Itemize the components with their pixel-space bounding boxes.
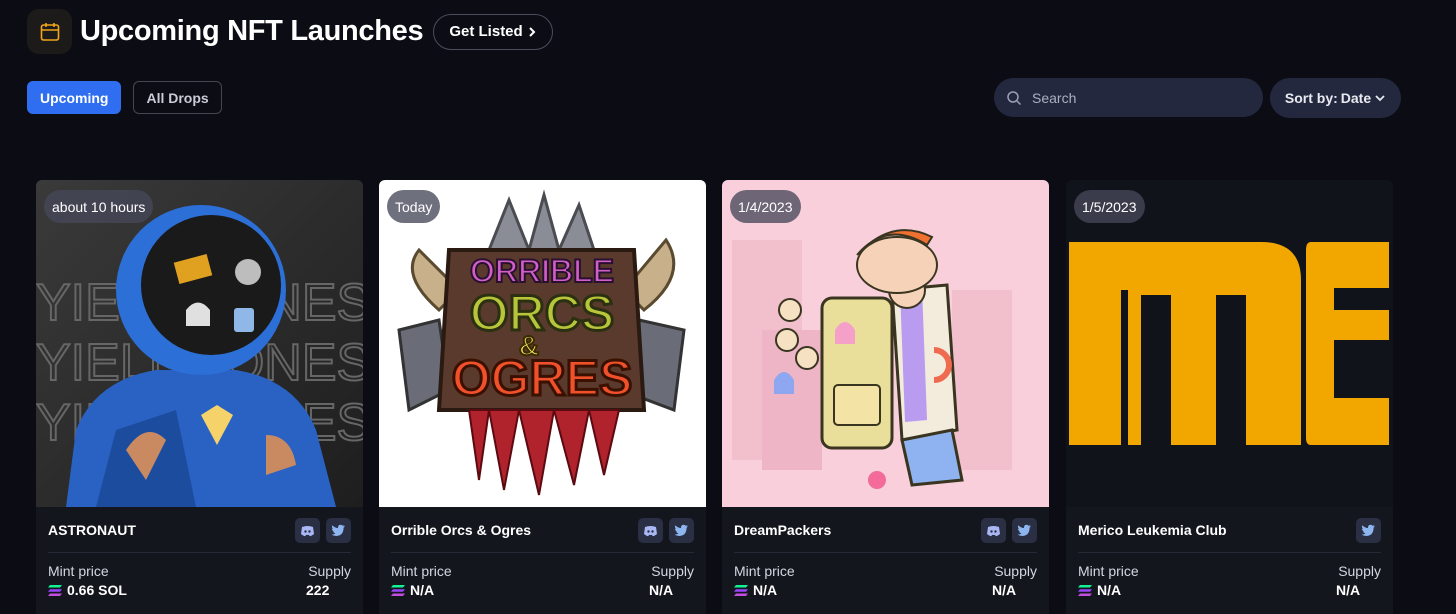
search-input[interactable] [1032,89,1232,106]
launch-time-badge: about 10 hours [44,190,154,223]
mint-price-value: N/A [1078,582,1121,598]
page-header: Upcoming NFT Launches Get Listed [27,9,553,54]
mint-price-label: Mint price [734,563,795,579]
mint-price-value: N/A [734,582,777,598]
nft-card-astronaut[interactable]: YIELDNONES YIELDNONES YIELDNONES about 1… [36,180,363,614]
filter-upcoming[interactable]: Upcoming [27,81,122,114]
chevron-right-icon [528,26,536,37]
sort-dropdown[interactable]: Sort by: Date [1270,78,1401,118]
filter-all-drops[interactable]: All Drops [133,81,222,114]
launch-time-badge: 1/4/2023 [730,190,801,223]
supply-value: N/A [649,582,674,598]
nft-card-merico-leukemia-club[interactable]: 1/5/2023 Merico Leukemia Club Mint price… [1066,180,1393,614]
nft-name[interactable]: Merico Leukemia Club [1078,522,1227,538]
sort-label: Sort by: [1284,90,1338,106]
twitter-icon[interactable] [1356,518,1381,543]
solana-icon [48,584,62,596]
search-box[interactable] [994,78,1263,117]
social-links [1356,518,1381,543]
get-listed-label: Get Listed [449,23,523,40]
twitter-icon[interactable] [1012,518,1037,543]
solana-icon [391,584,405,596]
mint-price-label: Mint price [391,563,452,579]
nft-name[interactable]: ASTRONAUT [48,522,136,538]
nft-name[interactable]: Orrible Orcs & Ogres [391,522,531,538]
card-divider [734,552,1037,553]
chevron-down-icon [1375,95,1385,102]
supply-value: 222 [306,582,330,598]
filter-tabs: Upcoming All Drops [27,81,222,114]
social-links [638,518,694,543]
nft-image-orrible-orcs[interactable]: ORRIBLE ORCS & OGRES [379,180,706,507]
discord-icon[interactable] [638,518,663,543]
nft-card-dreampackers[interactable]: 1/4/2023 DreamPackers Mint price N/A Sup… [722,180,1049,614]
mint-price-label: Mint price [1078,563,1139,579]
page-title: Upcoming NFT Launches [80,15,424,47]
supply-label: Supply [1338,563,1381,579]
supply-value: N/A [1336,582,1361,598]
nft-image-merico-leukemia-club[interactable] [1066,180,1393,507]
card-divider [1078,552,1381,553]
art-title-line-4: OGRES [452,350,633,406]
supply-label: Supply [308,563,351,579]
twitter-icon[interactable] [669,518,694,543]
nft-image-astronaut[interactable]: YIELDNONES YIELDNONES YIELDNONES [36,180,363,507]
launch-time-badge: 1/5/2023 [1074,190,1145,223]
solana-icon [1078,584,1092,596]
social-links [295,518,351,543]
art-title-line-2: ORCS [470,285,614,341]
nft-name[interactable]: DreamPackers [734,522,831,538]
supply-value: N/A [992,582,1017,598]
sort-value: Date [1340,90,1372,106]
search-icon [1007,90,1022,105]
mint-price-value: N/A [391,582,434,598]
launch-time-badge: Today [387,190,441,223]
card-divider [391,552,694,553]
calendar-icon [27,9,72,54]
discord-icon[interactable] [981,518,1006,543]
nft-card-orrible-orcs[interactable]: ORRIBLE ORCS & OGRES Today Orrible Orcs … [379,180,706,614]
get-listed-button[interactable]: Get Listed [433,13,553,50]
social-links [981,518,1037,543]
nft-image-dreampackers[interactable] [722,180,1049,507]
twitter-icon[interactable] [326,518,351,543]
mint-price-label: Mint price [48,563,109,579]
card-divider [48,552,351,553]
discord-icon[interactable] [295,518,320,543]
supply-label: Supply [994,563,1037,579]
solana-icon [734,584,748,596]
art-title-line-1: ORRIBLE [470,253,614,289]
supply-label: Supply [651,563,694,579]
mint-price-value: 0.66 SOL [48,582,127,598]
